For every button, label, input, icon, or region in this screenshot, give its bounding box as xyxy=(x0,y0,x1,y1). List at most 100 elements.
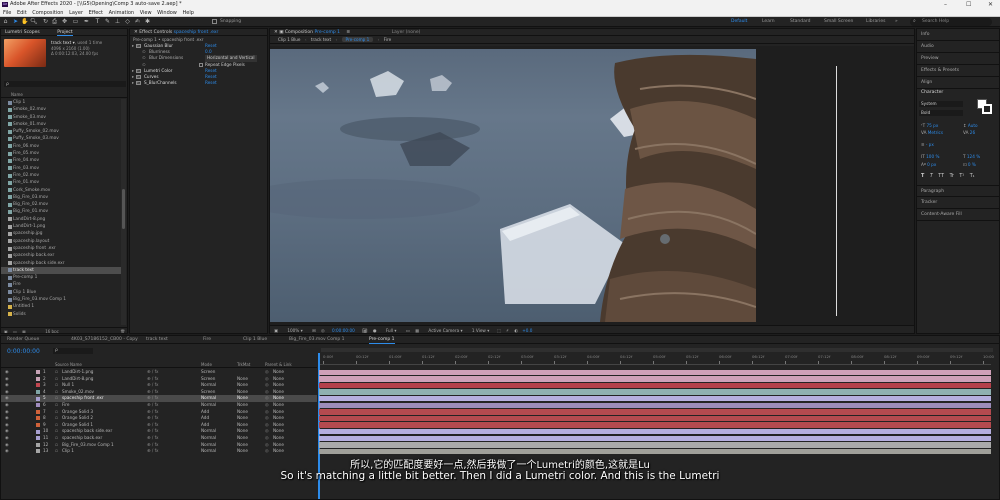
layer-name[interactable]: Orange Solid 2 xyxy=(62,415,93,422)
pick-whip-icon[interactable]: ◎ xyxy=(265,422,269,429)
parent-dropdown[interactable]: None xyxy=(273,369,284,376)
views-dropdown[interactable]: 1 View ▾ xyxy=(472,328,489,333)
visibility-eye-icon[interactable]: ◉ xyxy=(5,389,9,396)
project-item[interactable]: Big_Fire_01.mov xyxy=(1,208,121,215)
layer-name[interactable]: spaceship back.exr xyxy=(62,435,102,442)
horizontal-scale-field[interactable]: T 124 % xyxy=(963,154,980,159)
resolution-dropdown[interactable]: Full ▾ xyxy=(386,328,397,333)
comp-menu-icon[interactable]: ≡ xyxy=(346,30,350,35)
panel-audio[interactable]: Audio xyxy=(917,41,999,53)
composition-viewer[interactable] xyxy=(270,46,914,325)
parent-dropdown[interactable]: None xyxy=(273,448,284,455)
layer-switches[interactable]: ⊕ / fx xyxy=(147,395,159,402)
blend-mode-dropdown[interactable]: Normal xyxy=(201,402,216,409)
layer-row[interactable]: ◉ 12 ▫ Big_Fire_03.mov Comp 1 ⊕ / fx Normal No… xyxy=(1,442,317,449)
layer-row[interactable]: ◉ 6 ▫ Fire ⊕ / fx Normal None ◎ None xyxy=(1,402,317,409)
panel-preview[interactable]: Preview xyxy=(917,53,999,65)
exposure-icon[interactable]: ◐ xyxy=(514,328,518,333)
label-color-swatch[interactable] xyxy=(36,429,40,434)
layer-duration-bar[interactable] xyxy=(319,402,991,409)
parent-dropdown[interactable]: None xyxy=(273,382,284,389)
panel-align[interactable]: Align xyxy=(917,77,999,89)
label-color-swatch[interactable] xyxy=(36,376,40,381)
kerning-field[interactable]: VA Metrics xyxy=(921,130,943,135)
snapping-checkbox[interactable] xyxy=(212,19,217,24)
label-color-swatch[interactable] xyxy=(36,409,40,414)
parent-dropdown[interactable]: None xyxy=(273,389,284,396)
interpret-footage-icon[interactable]: ▣ xyxy=(4,329,8,333)
help-search-field[interactable]: ⌕ Search Help xyxy=(910,18,992,26)
font-style-dropdown[interactable]: Bold xyxy=(919,110,963,116)
new-folder-icon[interactable]: ▭ xyxy=(13,329,17,333)
layer-name[interactable]: LandDirt-8.png xyxy=(62,376,93,383)
layer-row[interactable]: ◉ 2 ▫ LandDirt-8.png ⊕ / fx Screen None ◎ None xyxy=(1,376,317,383)
visibility-eye-icon[interactable]: ◉ xyxy=(5,428,9,435)
layer-row[interactable]: ◉ 5 ▫ spaceship front .exr ⊕ / fx Normal None ◎… xyxy=(1,395,317,402)
region-of-interest-icon[interactable]: ▭ xyxy=(406,328,410,333)
project-col-name[interactable]: Name xyxy=(11,92,23,97)
visibility-eye-icon[interactable]: ◉ xyxy=(5,376,9,383)
project-item[interactable]: Pre-comp 1 xyxy=(1,274,121,281)
visibility-eye-icon[interactable]: ◉ xyxy=(5,409,9,416)
snapshot-icon[interactable]: 📷︎ xyxy=(362,328,367,333)
layer-duration-bar[interactable] xyxy=(319,422,991,428)
parent-dropdown[interactable]: None xyxy=(273,428,284,435)
project-item[interactable]: Clip 1 Blue xyxy=(1,289,121,296)
layer-switches[interactable]: ⊕ / fx xyxy=(147,442,159,449)
tab-project[interactable]: Project xyxy=(57,30,73,36)
layer-duration-bar[interactable] xyxy=(319,389,991,395)
timeline-tab[interactable]: Fire xyxy=(203,336,211,343)
toggle-pixel-aspect-icon[interactable]: ⬚ xyxy=(497,328,501,333)
stroke-width-field[interactable]: ≡ - px xyxy=(921,142,934,147)
eraser-tool-icon[interactable]: ◇ xyxy=(124,18,131,25)
track-matte-dropdown[interactable]: None xyxy=(237,415,248,422)
project-item[interactable]: Fire xyxy=(1,281,121,288)
layer-row[interactable]: ◉ 3 ▫ Null 1 ⊕ / fx Normal None ◎ None xyxy=(1,382,317,389)
menu-animation[interactable]: Animation xyxy=(109,10,135,16)
layer-name[interactable]: Orange Solid 1 xyxy=(62,422,93,429)
pick-whip-icon[interactable]: ◎ xyxy=(265,415,269,422)
visibility-eye-icon[interactable]: ◉ xyxy=(5,448,9,455)
fx-toggle-icon[interactable]: fx xyxy=(136,68,141,73)
blend-mode-dropdown[interactable]: Normal xyxy=(201,382,216,389)
project-item[interactable]: Smoke_03.mov xyxy=(1,114,121,121)
layer-row[interactable]: ◉ 7 ▫ Orange Solid 3 ⊕ / fx Add None ◎ None xyxy=(1,409,317,416)
track-matte-dropdown[interactable]: None xyxy=(237,395,248,402)
blend-mode-dropdown[interactable]: Normal xyxy=(201,395,216,402)
small-caps-button[interactable]: Tr xyxy=(950,174,954,179)
close-tab-icon[interactable]: ✕ xyxy=(134,30,138,35)
track-matte-dropdown[interactable]: None xyxy=(237,428,248,435)
project-item[interactable]: spaceship front .exr xyxy=(1,245,121,252)
font-size-field[interactable]: ᵀT 75 px xyxy=(921,123,938,128)
workspace-libraries[interactable]: Libraries xyxy=(866,19,885,24)
label-color-swatch[interactable] xyxy=(36,416,40,421)
always-preview-icon[interactable]: ▣ xyxy=(274,328,278,333)
layer-switches[interactable]: ⊕ / fx xyxy=(147,435,159,442)
visibility-eye-icon[interactable]: ◉ xyxy=(5,402,9,409)
blend-mode-dropdown[interactable]: Normal xyxy=(201,428,216,435)
rotate-tool-icon[interactable]: ↻ xyxy=(42,18,49,25)
layer-duration-bar[interactable] xyxy=(319,448,991,455)
channel-icon[interactable]: ● xyxy=(373,328,377,333)
workspace-learn[interactable]: Learn xyxy=(762,19,775,24)
visibility-eye-icon[interactable]: ◉ xyxy=(5,415,9,422)
pick-whip-icon[interactable]: ◎ xyxy=(265,448,269,455)
subscript-button[interactable]: T₁ xyxy=(970,174,975,179)
layer-switches[interactable]: ⊕ / fx xyxy=(147,376,159,383)
parent-dropdown[interactable]: None xyxy=(273,435,284,442)
rectangle-tool-icon[interactable]: ▭ xyxy=(72,18,79,25)
layer-duration-bar[interactable] xyxy=(319,382,991,389)
menu-edit[interactable]: Edit xyxy=(17,10,27,16)
pick-whip-icon[interactable]: ◎ xyxy=(265,382,269,389)
reset-link[interactable]: Reset xyxy=(205,80,217,86)
layer-duration-bar[interactable] xyxy=(319,435,991,442)
tsume-field[interactable]: ⊡ 0 % xyxy=(963,162,976,167)
project-item[interactable]: LandDirt-8.png xyxy=(1,216,121,223)
grid-icon[interactable]: ⊞ xyxy=(312,328,316,333)
project-item[interactable]: Fire_06.mov xyxy=(1,143,121,150)
superscript-button[interactable]: T¹ xyxy=(959,174,964,179)
col-trkmat[interactable]: TrkMat xyxy=(237,362,250,368)
layer-row[interactable]: ◉ 9 ▫ Orange Solid 1 ⊕ / fx Add None ◎ None xyxy=(1,422,317,429)
layer-switches[interactable]: ⊕ / fx xyxy=(147,382,159,389)
project-item[interactable]: Smoke_01.mov xyxy=(1,121,121,128)
